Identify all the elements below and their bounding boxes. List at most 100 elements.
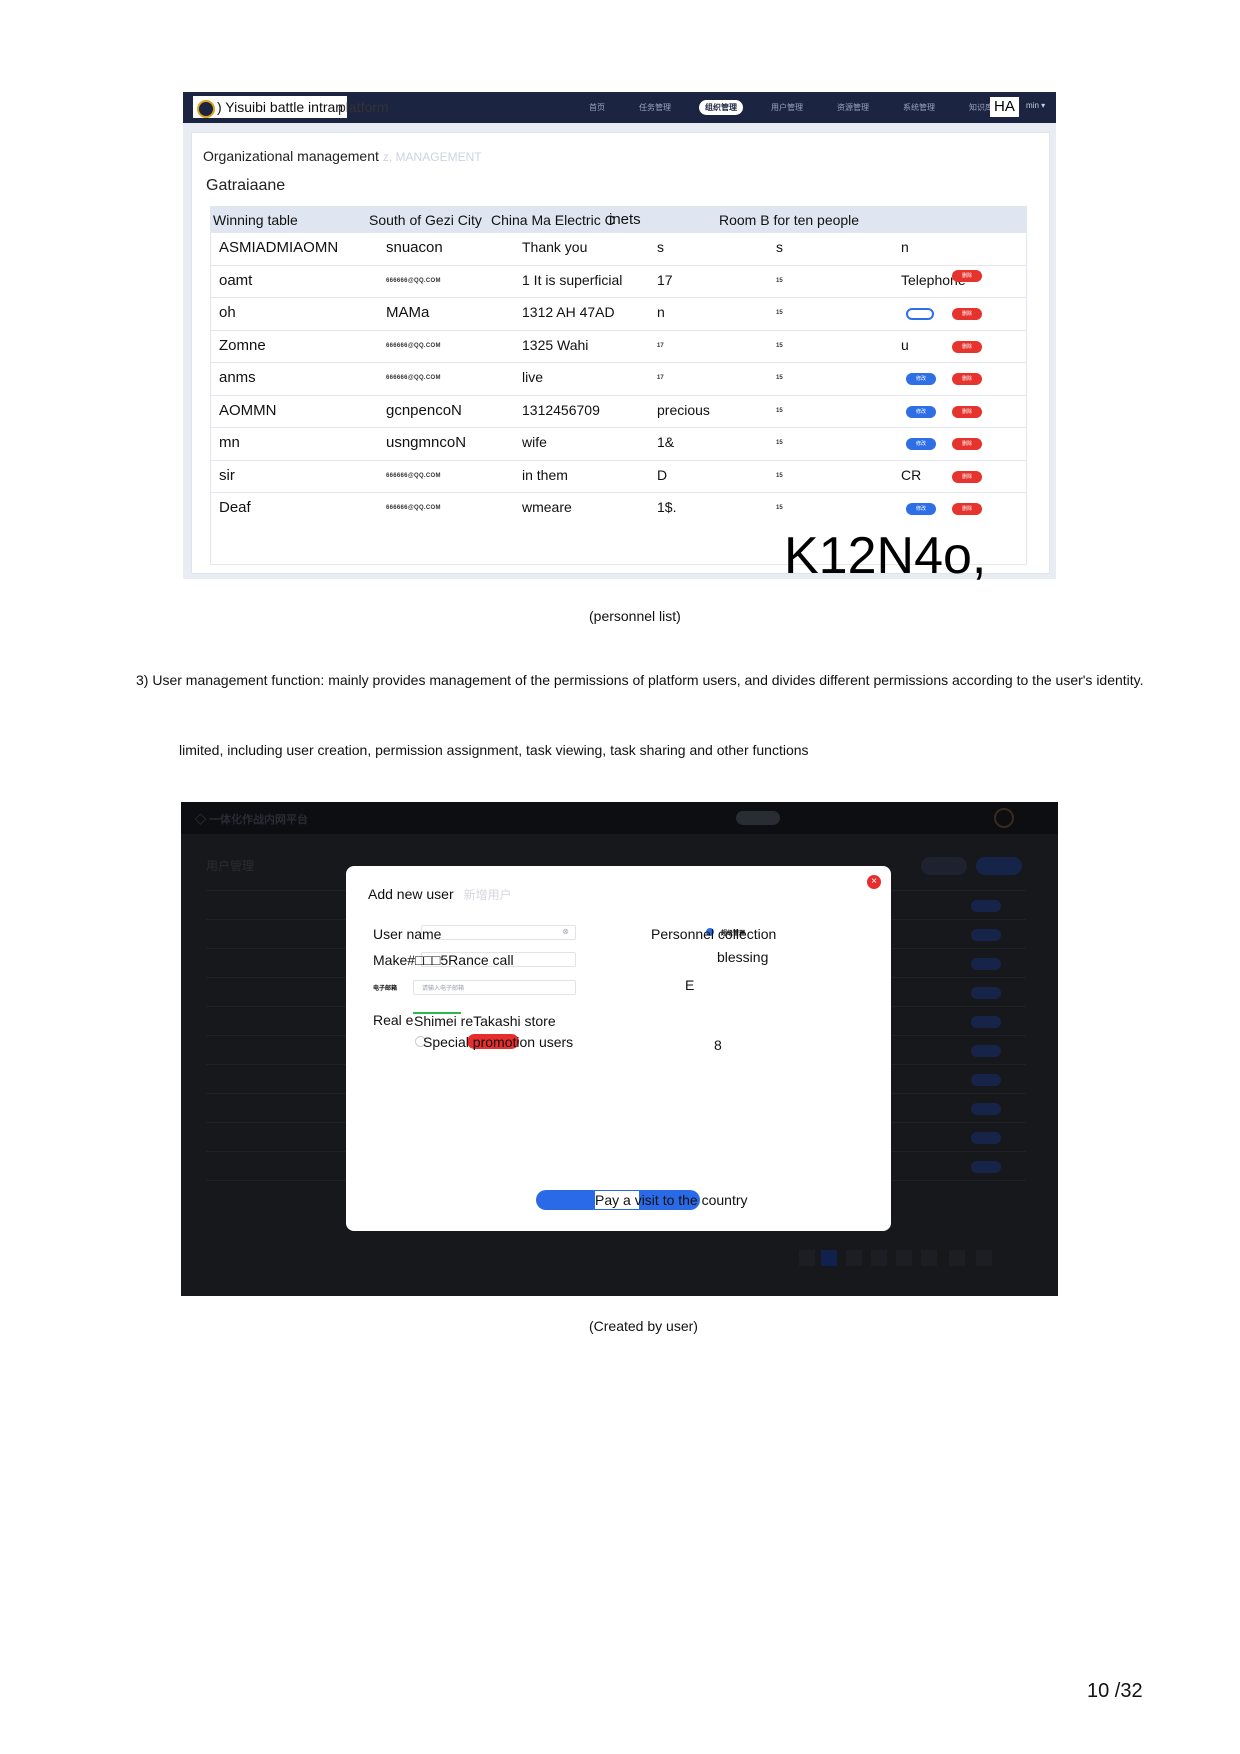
delete-button[interactable]: 删除 [952,438,982,450]
cell-name: oamt [219,271,253,289]
nav-item[interactable]: 首页 [583,100,611,115]
background-page-button [821,1250,837,1266]
cell-dept: precious [657,401,710,418]
delete-button[interactable]: 删除 [952,373,982,385]
page-number: 10 /32 [1087,1680,1143,1702]
personnel-list-screenshot: ) Yisuibi battle intran platform 首页 任务管理 组… [183,92,1056,585]
avatar-dimmed [994,808,1014,828]
option-e: E [685,977,695,993]
dialog-title: Add new user 新增用户 [368,886,512,903]
cell-email: 666666@QQ.COM [386,472,441,479]
special-users-option[interactable]: Special promotion users [423,1034,573,1050]
cell-dept: 17 [657,375,664,381]
nav-item[interactable]: 资源管理 [831,100,875,115]
clear-icon[interactable]: ⊗ [562,927,569,936]
background-page-button [949,1250,965,1266]
cell-phone: Thank you [522,239,588,255]
email-placeholder: 请输入电子邮箱 [422,986,465,992]
cell-name: Deaf [219,499,251,516]
delete-button[interactable]: 删除 [952,405,982,418]
background-action-pill [971,1045,1001,1057]
email-label: 电子邮箱 [373,986,398,992]
table-row: oamt 666666@QQ.COM 1 It is superficial 17 15… [211,264,1026,298]
personnel-table: Winning table South of Gezi City China M… [210,206,1027,565]
role-tag: 超级管理 [721,931,746,937]
cell-email: MAMa [386,304,430,321]
cell-op: u [901,336,909,353]
table-row: AOMMN gcnpencoN 1312456709 precious 15 修改 删除 [211,394,1026,428]
table-row: Deaf 666666@QQ.COM wmeare 1$. 15 修改 删除 [211,492,1026,525]
cell-phone: wife [522,434,547,450]
background-action-pill [971,1074,1001,1086]
email-input[interactable]: 请输入电子邮箱 [413,980,576,995]
cell-op: CR [901,466,922,483]
submit-label[interactable]: Pay a visit to the country [595,1192,748,1208]
nav-item[interactable]: 任务管理 [633,100,677,115]
delete-button[interactable]: 删除 [952,308,982,320]
table-row: oh MAMa 1312 AH 47AD n 15 删除 [211,297,1026,330]
paragraph-line-1: 3) User management function: mainly prov… [136,672,1144,688]
cell-phone: live [522,369,544,385]
real-name-value[interactable]: Shimei reTakashi store [414,1013,556,1029]
table-row: ASMIADMIAOMN snuacon Thank you s s n [211,232,1026,265]
table-row: mn usngmncoN wife 1& 15 修改 删除 [211,427,1026,460]
delete-button[interactable]: 删除 [952,470,982,483]
nav-item[interactable]: 组织管理 [699,100,743,115]
background-action-pill [971,1016,1001,1028]
background-page-button [921,1250,937,1266]
table-row: sir 666666@QQ.COM in them D 15 CR 删除 [211,459,1026,493]
cell-email: 666666@QQ.COM [386,505,441,511]
edit-button[interactable]: 修改 [906,438,936,450]
watermark-text: K12N4o, [784,527,987,585]
cell-phone: in them [522,466,568,483]
top-navbar-dimmed: ◇ 一体化作战内网平台 [181,802,1058,834]
edit-button[interactable]: 修改 [906,405,936,418]
background-page-button [871,1250,887,1266]
cell-name: anms [219,369,256,386]
cell-dept: D [657,466,668,483]
brand-suffix: platform [338,99,389,115]
background-action-pill [971,929,1001,941]
cell-email: gcnpencoN [386,401,462,419]
page-title-dimmed: 用户管理 [206,859,255,873]
make-label-suffix: ance call [458,952,514,968]
user-menu-caret[interactable]: min ▾ [1026,101,1045,110]
figure-caption-2: (Created by user) [589,1318,698,1334]
cell-dept: s [657,239,664,255]
column-header-name: Winning table [213,212,298,228]
background-action-pill [971,900,1001,912]
brand-text: ) Yisuibi battle intran [217,99,344,115]
shield-logo-icon [197,100,215,118]
brand-title: ) Yisuibi battle intran [193,96,348,118]
delete-button[interactable]: 删除 [952,340,982,353]
edit-button[interactable]: 修改 [906,373,936,385]
background-page-button [799,1250,815,1266]
add-user-screenshot: ◇ 一体化作战内网平台 用户管理 Add new user 新增用户 × ⊗ Us… [181,802,1058,1296]
cell-room: s [776,239,783,255]
background-action-pill [971,987,1001,999]
dialog-title-faint: 新增用户 [463,888,512,902]
column-header-email: South of Gezi City [369,212,482,228]
breadcrumb-label: Organizational management [203,148,379,164]
cell-dept: 17 [657,342,664,349]
nav-active-pill-dimmed [736,811,780,825]
edit-button[interactable]: 修改 [906,503,936,515]
background-action-pill [971,1161,1001,1173]
delete-button[interactable]: 删除 [952,269,982,282]
cell-room: 15 [776,440,783,446]
delete-button[interactable]: 删除 [952,503,982,515]
background-page-button [896,1250,912,1266]
status-toggle[interactable] [906,308,934,320]
cell-name: mn [219,434,240,451]
cell-dept: 17 [657,271,673,288]
close-icon[interactable]: × [867,875,881,889]
user-avatar[interactable]: HA [990,97,1019,117]
top-navbar: ) Yisuibi battle intran platform 首页 任务管理 组… [183,92,1056,123]
nav-item[interactable]: 用户管理 [765,100,809,115]
cell-name: Zomne [219,336,266,354]
username-input[interactable]: ⊗ [421,925,576,940]
make-label-text: Make#□□□5R [373,952,459,968]
cell-room: 15 [776,342,783,349]
cell-phone: 1312 AH 47AD [522,304,615,320]
nav-item[interactable]: 系统管理 [897,100,941,115]
